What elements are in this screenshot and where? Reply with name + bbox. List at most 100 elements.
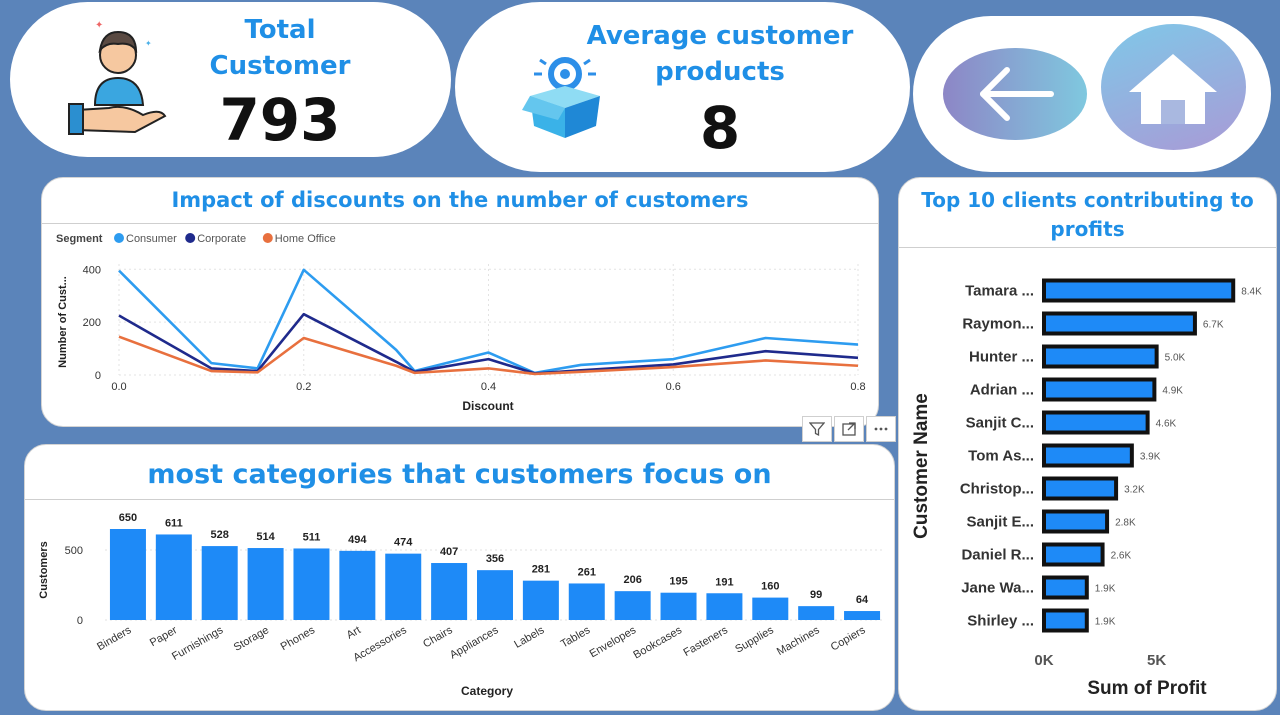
category-bar[interactable] <box>522 580 559 620</box>
bar-ylabel: Customers <box>38 541 50 598</box>
client-bar[interactable] <box>1042 311 1197 336</box>
category-tick-label: Fasteners <box>682 624 731 659</box>
line-xtick: 0.4 <box>481 381 496 393</box>
category-tick-label: Supplies <box>733 624 776 656</box>
top-xtick: 5K <box>1147 652 1166 669</box>
top-xtick: 0K <box>1034 652 1053 669</box>
category-bar[interactable] <box>431 563 468 620</box>
client-value-label: 2.8K <box>1115 518 1136 529</box>
category-value-label: 281 <box>532 564 550 576</box>
line-xtick: 0.8 <box>850 381 865 393</box>
category-value-label: 160 <box>761 581 779 593</box>
line-ytick: 200 <box>83 317 101 329</box>
client-value-label: 1.9K <box>1095 584 1116 595</box>
back-button[interactable] <box>943 48 1087 140</box>
legend-label: Home Office <box>275 233 336 245</box>
arrow-left-icon <box>980 67 1054 121</box>
client-value-label: 2.6K <box>1111 551 1132 562</box>
client-bar[interactable] <box>1042 509 1110 534</box>
client-value-label: 4.9K <box>1162 386 1183 397</box>
bar-chart-title: most categories that customers focus on <box>147 459 772 490</box>
client-value-label: 8.4K <box>1241 287 1262 298</box>
category-tick-label: Labels <box>512 624 547 651</box>
category-value-label: 528 <box>211 529 229 541</box>
category-bar[interactable] <box>660 592 697 620</box>
category-tick-label: Machines <box>775 624 822 658</box>
category-bar[interactable] <box>155 534 192 620</box>
category-tick-label: Chairs <box>421 624 455 651</box>
visual-header-toolbar <box>802 416 896 442</box>
category-tick-label: Tables <box>559 624 593 651</box>
category-bar[interactable] <box>752 597 789 620</box>
category-bar[interactable] <box>614 591 651 620</box>
client-bar[interactable] <box>1042 542 1105 567</box>
total-customer-title-2: Customer <box>209 51 351 81</box>
focus-mode-button[interactable] <box>834 416 864 442</box>
navigation-card <box>913 16 1271 172</box>
line-xlabel: Discount <box>462 399 513 413</box>
total-customer-value: 793 <box>219 86 341 154</box>
client-bar[interactable] <box>1042 344 1159 369</box>
category-tick-label: Copiers <box>829 624 868 654</box>
client-bar[interactable] <box>1042 377 1157 402</box>
client-bar[interactable] <box>1042 476 1119 501</box>
legend-label: Corporate <box>197 233 246 245</box>
filter-icon <box>809 422 825 437</box>
client-value-label: 5.0K <box>1165 353 1186 364</box>
total-customer-title-1: Total <box>244 15 316 45</box>
category-bar[interactable] <box>844 611 881 620</box>
categories-bar-chart: 0 500 650 Binders 611 Paper 528 Furnishings 514… <box>38 512 885 698</box>
categories-panel: most categories that customers focus on … <box>24 444 895 711</box>
client-bar[interactable] <box>1042 443 1134 468</box>
more-options-button[interactable] <box>866 416 896 442</box>
line-ytick: 400 <box>83 264 101 276</box>
legend-title: Segment <box>56 233 103 245</box>
category-value-label: 206 <box>623 574 641 586</box>
category-bar[interactable] <box>385 553 422 620</box>
category-bar[interactable] <box>706 593 743 620</box>
client-bar[interactable] <box>1042 575 1089 600</box>
category-bar[interactable] <box>477 570 513 620</box>
bar-xlabel: Category <box>461 684 513 698</box>
client-bar[interactable] <box>1042 278 1236 303</box>
category-value-label: 611 <box>165 517 183 529</box>
line-chart-title: Impact of discounts on the number of cus… <box>171 188 749 212</box>
client-bar[interactable] <box>1042 410 1150 435</box>
avg-products-title-1: Average customer <box>586 21 854 51</box>
total-customer-card: ✦ ✦ Total Customer 793 <box>10 2 451 157</box>
category-bar[interactable] <box>798 606 835 620</box>
bar-ytick: 500 <box>65 545 83 557</box>
legend-marker <box>262 233 273 243</box>
client-name-label: Tamara ... <box>965 283 1034 300</box>
svg-text:✦: ✦ <box>95 20 103 31</box>
category-value-label: 514 <box>256 531 275 543</box>
top-chart-title-2: profits <box>1050 217 1125 241</box>
client-name-label: Tom As... <box>968 448 1034 465</box>
category-tick-label: Envelopes <box>588 624 639 660</box>
client-value-label: 4.6K <box>1156 419 1177 430</box>
category-bar[interactable] <box>339 550 376 620</box>
category-bar[interactable] <box>293 548 330 620</box>
client-bar[interactable] <box>1042 608 1089 633</box>
category-bar[interactable] <box>247 548 284 620</box>
category-value-label: 650 <box>119 512 137 524</box>
line-xtick: 0.0 <box>111 381 126 393</box>
legend-marker <box>114 233 124 243</box>
category-bar[interactable] <box>109 529 146 620</box>
category-value-label: 195 <box>669 576 687 588</box>
filter-button[interactable] <box>802 416 832 442</box>
client-name-label: Daniel R... <box>961 547 1034 564</box>
category-tick-label: Storage <box>232 624 271 654</box>
category-bar[interactable] <box>568 583 605 620</box>
client-value-label: 1.9K <box>1095 617 1116 628</box>
category-bar[interactable] <box>201 546 238 620</box>
svg-text:✦: ✦ <box>145 39 152 48</box>
top-clients-bar-chart: Tamara ... 8.4K Raymon... 6.7K Hunter ... 5.0… <box>911 278 1262 699</box>
category-tick-label: Furnishings <box>170 624 226 663</box>
category-value-label: 191 <box>715 576 733 588</box>
home-button[interactable] <box>1101 24 1246 150</box>
category-tick-label: Bookcases <box>631 624 684 662</box>
avg-products-value: 8 <box>699 94 741 162</box>
discount-line-chart: Segment Consumer Corporate Home Office 0 20… <box>56 233 866 413</box>
line-ytick: 0 <box>95 370 101 382</box>
